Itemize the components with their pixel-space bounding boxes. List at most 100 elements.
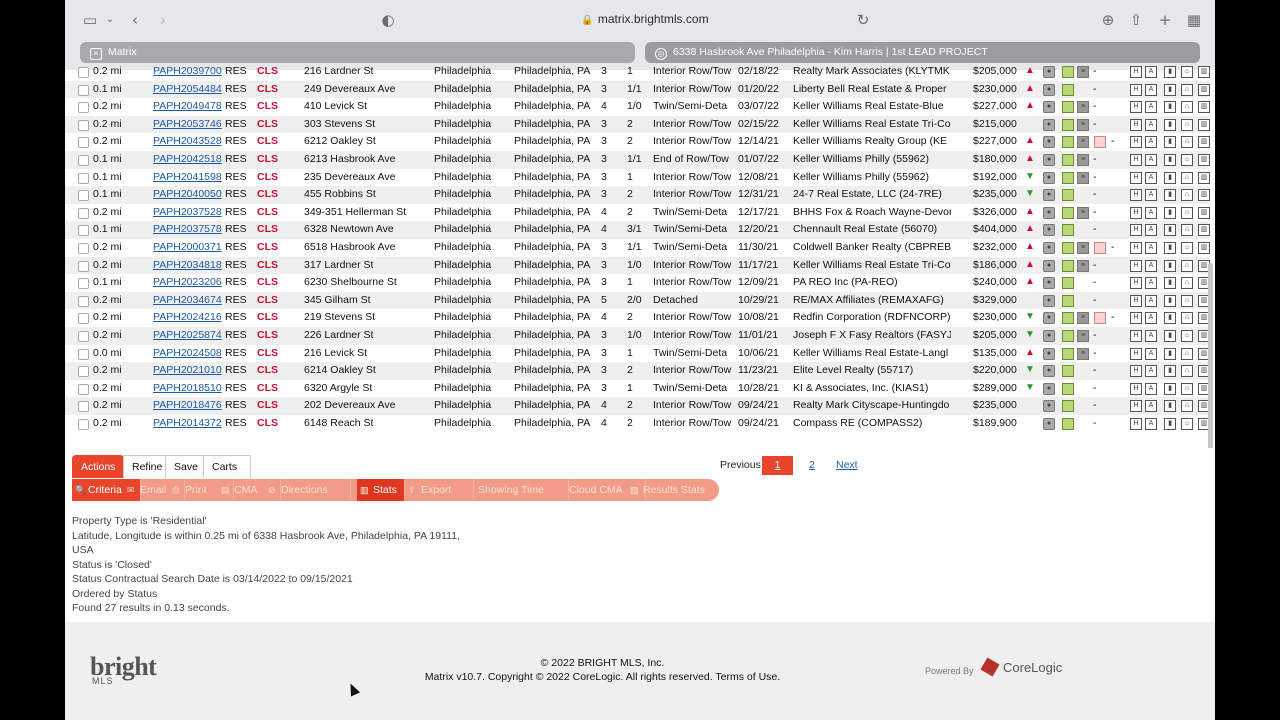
photo-icon[interactable] [1062,347,1074,360]
history-icon[interactable]: H [1130,118,1142,131]
table-row[interactable]: 0.2 mi PAPH2018476 RES CLS 202 Devereaux Ave… [65,397,1210,415]
history-icon[interactable]: H [1130,66,1142,78]
table-row[interactable]: 0.2 mi PAPH2053746 RES CLS 303 Stevens St Phi… [65,115,1210,134]
row-checkbox[interactable] [78,155,89,166]
bank-icon[interactable]: ⌂ [1181,136,1193,149]
row-checkbox[interactable] [78,295,89,307]
row-checkbox[interactable] [78,84,89,96]
cell-mls[interactable]: PAPH2000371 [153,241,222,253]
map-icon[interactable]: ▥ [1198,171,1210,184]
map-icon[interactable]: ▥ [1198,206,1210,219]
photo-icon[interactable] [1062,418,1074,430]
table-row[interactable]: 0.1 mi PAPH2040050 RES CLS 455 Robbins St Phi… [65,186,1210,204]
map-icon[interactable]: ▥ [1198,66,1210,78]
bar-chart-icon[interactable]: ▮ [1164,330,1176,342]
agent-icon[interactable]: A [1145,242,1157,254]
map-icon[interactable]: ▥ [1198,118,1210,131]
camera-icon[interactable]: ● [1043,312,1055,325]
agent-icon[interactable]: A [1145,66,1157,78]
cell-mls[interactable]: PAPH2042518 [153,153,222,165]
document-icon[interactable]: ≡ [1077,259,1089,272]
camera-icon[interactable]: ● [1043,154,1055,166]
bar-chart-icon[interactable]: ▮ [1164,118,1176,131]
bank-icon[interactable]: ⌂ [1181,330,1193,342]
document-icon[interactable]: ≡ [1077,206,1089,219]
agent-icon[interactable]: A [1145,277,1157,290]
cell-mls[interactable]: PAPH2037578 [153,223,222,235]
row-checkbox[interactable] [78,207,89,219]
cell-mls[interactable]: PAPH2043528 [153,135,222,147]
bank-icon[interactable]: ⌂ [1181,347,1193,360]
cell-mls[interactable]: PAPH2040050 [153,188,222,200]
map-icon[interactable]: ▥ [1198,101,1210,114]
bar-chart-icon[interactable]: ▮ [1164,66,1176,78]
photo-icon[interactable] [1062,277,1074,290]
photo-icon[interactable] [1062,400,1074,413]
camera-icon[interactable]: ● [1043,294,1055,307]
bank-icon[interactable]: ⌂ [1181,382,1193,395]
photo-icon[interactable] [1062,136,1074,149]
photo-icon[interactable] [1062,66,1074,78]
document-icon[interactable]: ≡ [1077,66,1089,78]
photo-icon[interactable] [1062,312,1074,325]
history-icon[interactable]: H [1130,171,1142,184]
camera-icon[interactable]: ● [1043,66,1055,78]
terms-link[interactable]: Terms of Use. [715,671,780,683]
photo-icon[interactable] [1062,171,1074,184]
document-icon[interactable]: ≡ [1077,242,1089,254]
bank-icon[interactable]: ⌂ [1181,259,1193,272]
photo-icon[interactable] [1062,294,1074,307]
photo-icon[interactable] [1062,101,1074,114]
close-tab-icon[interactable]: × [90,48,102,60]
history-icon[interactable]: H [1130,154,1142,166]
bar-chart-icon[interactable]: ▮ [1164,101,1176,114]
table-row[interactable]: 0.2 mi PAPH2034818 RES CLS 317 Lardner St Phi… [65,256,1210,275]
tab-overview-icon[interactable]: ▦ [1184,10,1204,30]
history-icon[interactable]: H [1130,312,1142,325]
map-thumbnail-icon[interactable] [1094,136,1106,149]
bank-icon[interactable]: ⌂ [1181,365,1193,378]
photo-icon[interactable] [1062,118,1074,131]
agent-icon[interactable]: A [1145,118,1157,131]
history-icon[interactable]: H [1130,224,1142,237]
row-checkbox[interactable] [78,172,89,184]
map-icon[interactable]: ▥ [1198,154,1210,166]
photo-icon[interactable] [1062,224,1074,237]
history-icon[interactable]: H [1130,382,1142,395]
bar-chart-icon[interactable]: ▮ [1164,294,1176,307]
cell-mls[interactable]: PAPH2053746 [153,118,222,130]
map-thumbnail-icon[interactable] [1094,242,1106,254]
document-icon[interactable]: ≡ [1077,347,1089,360]
forward-icon[interactable]: › [153,10,173,30]
bar-chart-icon[interactable]: ▮ [1164,400,1176,413]
camera-icon[interactable]: ● [1043,171,1055,184]
table-row[interactable]: 0.2 mi PAPH2025874 RES CLS 226 Lardner St Phi… [65,327,1210,345]
document-icon[interactable]: ≡ [1077,118,1089,131]
cell-mls[interactable]: PAPH2034818 [153,259,222,271]
page-2-link[interactable]: 2 [809,459,815,471]
table-row[interactable]: 0.2 mi PAPH2018510 RES CLS 6320 Argyle St Phi… [65,380,1210,398]
agent-icon[interactable]: A [1145,365,1157,378]
history-icon[interactable]: H [1130,83,1142,96]
row-checkbox[interactable] [78,137,89,149]
row-checkbox[interactable] [78,190,89,202]
bar-chart-icon[interactable]: ▮ [1164,347,1176,360]
next-link[interactable]: Next [836,459,858,471]
photo-icon[interactable] [1062,365,1074,378]
photo-icon[interactable] [1062,206,1074,219]
history-icon[interactable]: H [1130,101,1142,114]
table-row[interactable]: 0.1 mi PAPH2042518 RES CLS 6213 Hasbrook Ave… [65,151,1210,169]
row-checkbox[interactable] [78,313,89,325]
agent-icon[interactable]: A [1145,154,1157,166]
row-checkbox[interactable] [78,278,89,290]
bar-chart-icon[interactable]: ▮ [1164,418,1176,430]
bar-chart-icon[interactable]: ▮ [1164,136,1176,149]
bar-chart-icon[interactable]: ▮ [1164,171,1176,184]
page-1-button[interactable]: 1 [762,456,793,475]
table-row[interactable]: 0.2 mi PAPH2043528 RES CLS 6212 Oakley St Phi… [65,133,1210,151]
tab-actions[interactable]: Actions [72,455,124,478]
bar-chart-icon[interactable]: ▮ [1164,154,1176,166]
row-checkbox[interactable] [78,366,89,378]
agent-icon[interactable]: A [1145,294,1157,307]
document-icon[interactable]: ≡ [1077,136,1089,149]
